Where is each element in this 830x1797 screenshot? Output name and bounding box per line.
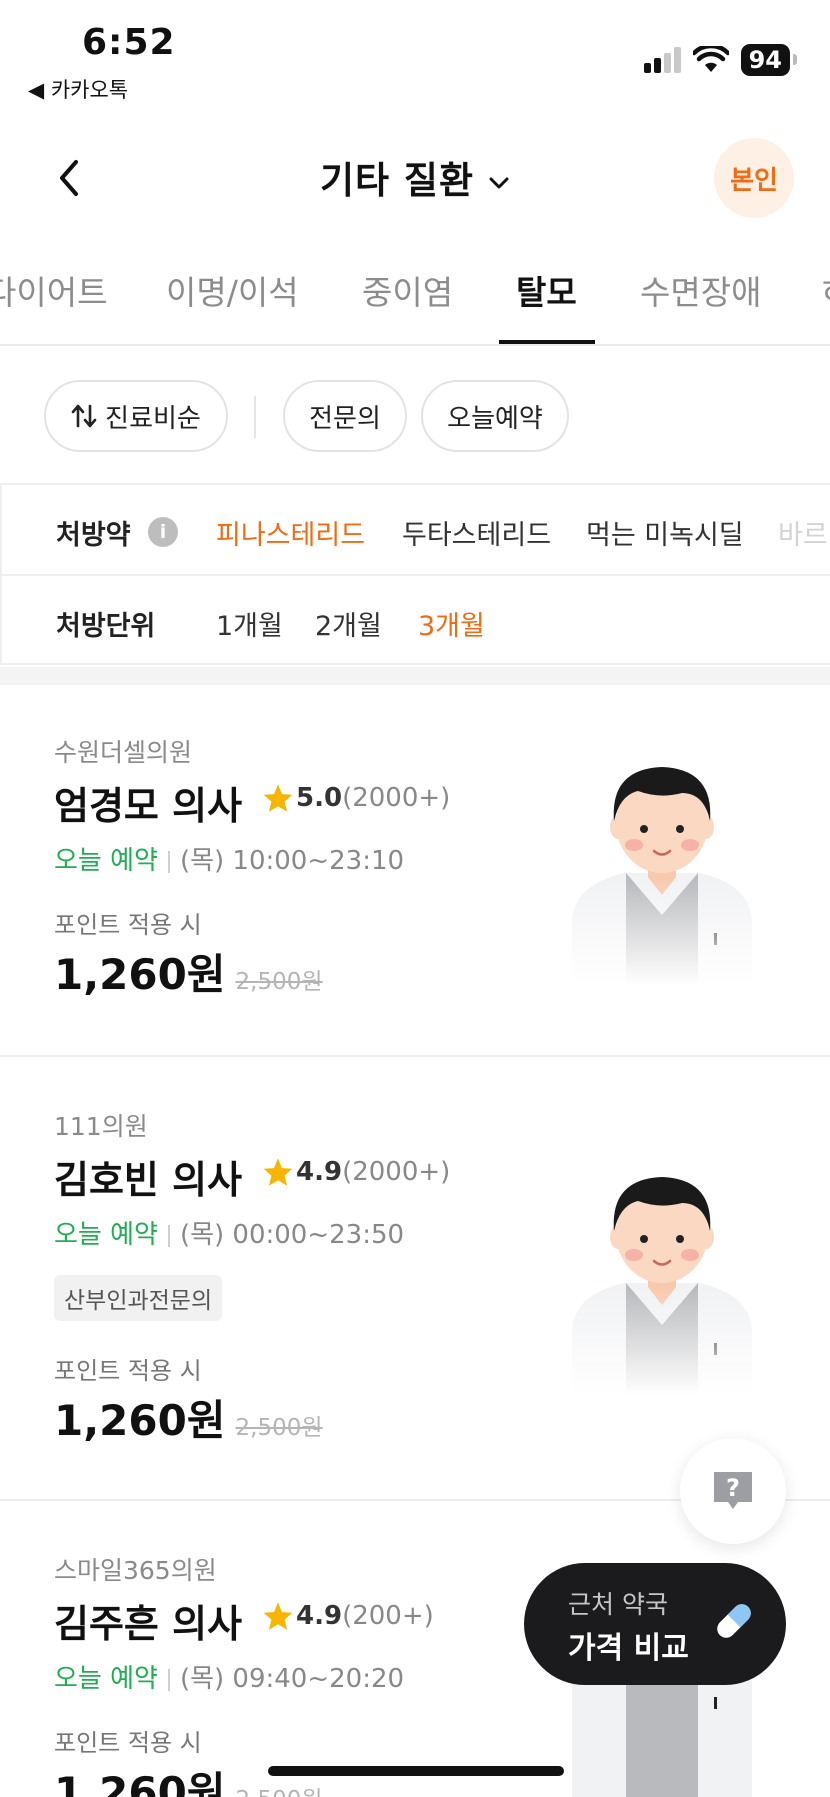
today-booking-label: 오늘 예약	[54, 1664, 158, 1694]
discounted-price: 1,260원	[54, 1396, 226, 1445]
status-time: 6:52	[82, 22, 176, 63]
medicine-label: 처방약	[56, 520, 131, 551]
chevron-down-icon	[489, 177, 509, 188]
doctor-card[interactable]: 111의원 김호빈 의사 4.9 (2000+) 오늘 예약 (목) 00:00~2…	[0, 1059, 830, 1501]
hours: (목) 09:40~20:20	[179, 1664, 405, 1694]
star-icon	[263, 784, 293, 812]
info-icon[interactable]: i	[148, 517, 178, 547]
doctor-name: 김주흔 의사	[54, 1602, 243, 1646]
star-icon	[263, 1158, 293, 1186]
medicine-row: 처방약 i 피나스테리드 두타스테리드 먹는 미녹시딜 바르	[2, 485, 830, 574]
rating-score: 4.9	[296, 1157, 343, 1187]
point-label: 포인트 적용 시	[54, 1729, 202, 1757]
price: 1,260원 2,500원	[54, 941, 323, 1002]
filter-divider	[254, 396, 256, 438]
today-booking-label: 오늘 예약	[54, 846, 158, 876]
discounted-price: 1,260원	[54, 1768, 226, 1797]
tab-diet[interactable]: 다이어트	[0, 266, 107, 314]
today-booking-label: 오늘 예약	[54, 1220, 158, 1250]
discounted-price: 1,260원	[54, 950, 226, 999]
category-tabs: 다이어트 이명/이석 중이염 탈모 수면장애 하	[0, 248, 830, 346]
tab-hair-loss[interactable]: 탈모	[516, 266, 577, 314]
point-label: 포인트 적용 시	[54, 911, 202, 939]
hours: (목) 00:00~23:50	[179, 1220, 405, 1250]
doctor-name: 엄경모 의사	[54, 784, 243, 828]
doctor-avatar	[564, 745, 760, 985]
pharmacy-line1: 근처 약국	[568, 1590, 668, 1619]
svg-text:?: ?	[726, 1474, 740, 1502]
sort-label: 진료비순	[105, 403, 201, 434]
medicine-oral-minoxidil[interactable]: 먹는 미녹시딜	[586, 513, 744, 552]
prescription-options: 처방약 i 피나스테리드 두타스테리드 먹는 미녹시딜 바르 처방단위 1개월 …	[0, 483, 830, 665]
sort-icon	[71, 404, 97, 428]
price: 1,260원 2,500원	[54, 1387, 323, 1448]
section-divider	[0, 667, 830, 685]
pill-icon	[717, 1604, 751, 1638]
home-indicator	[268, 1766, 564, 1776]
help-button[interactable]: ?	[680, 1438, 786, 1544]
medicine-next[interactable]: 바르	[778, 513, 828, 552]
availability: 오늘 예약 (목) 10:00~23:10	[54, 840, 404, 877]
specialist-filter[interactable]: 전문의	[283, 380, 407, 452]
help-icon: ?	[714, 1472, 752, 1509]
clinic-name: 111의원	[54, 1112, 148, 1141]
pharmacy-line2: 가격 비교	[568, 1631, 689, 1666]
point-label: 포인트 적용 시	[54, 1357, 202, 1385]
original-price: 2,500원	[235, 1415, 323, 1441]
original-price: 2,500원	[235, 969, 323, 995]
doctor-card[interactable]: 수원더셀의원 엄경모 의사 5.0 (2000+) 오늘 예약 (목) 10:00~…	[0, 685, 830, 1057]
clinic-name: 스마일365의원	[54, 1556, 217, 1585]
today-booking-filter[interactable]: 오늘예약	[421, 380, 569, 452]
unit-row: 처방단위 1개월 2개월 3개월	[2, 574, 830, 663]
pharmacy-compare-button[interactable]: 근처 약국 가격 비교	[524, 1563, 786, 1685]
unit-1-month[interactable]: 1개월	[216, 604, 283, 643]
tab-next[interactable]: 하	[822, 266, 830, 314]
app-screen: 6:52 ◀ 카카오톡 94 기타 질환 본인 다이어트 이명/이석 중이염 탈…	[0, 0, 830, 1797]
doctor-rating: 4.9 (200+)	[262, 1601, 434, 1631]
doctor-avatar	[564, 1155, 760, 1395]
unit-2-month[interactable]: 2개월	[315, 604, 382, 643]
signal-icon	[643, 47, 681, 73]
page-title: 기타 질환	[319, 159, 475, 202]
unit-3-month[interactable]: 3개월	[418, 604, 485, 643]
tab-tinnitus[interactable]: 이명/이석	[166, 266, 299, 314]
doctor-rating: 5.0 (2000+)	[262, 783, 450, 813]
condition-dropdown[interactable]: 기타 질환	[0, 150, 830, 204]
specialty-badge: 산부인과전문의	[54, 1275, 223, 1321]
clinic-name: 수원더셀의원	[54, 738, 193, 767]
review-count: (2000+)	[342, 783, 451, 813]
medicine-finasteride[interactable]: 피나스테리드	[216, 513, 365, 552]
rating-score: 4.9	[296, 1601, 343, 1631]
doctor-name: 김호빈 의사	[54, 1158, 243, 1202]
availability: 오늘 예약 (목) 00:00~23:50	[54, 1214, 404, 1251]
sort-button[interactable]: 진료비순	[44, 380, 228, 452]
tab-sleep-disorder[interactable]: 수면장애	[640, 266, 761, 314]
review-count: (2000+)	[342, 1157, 451, 1187]
unit-label: 처방단위	[56, 611, 156, 642]
profile-button[interactable]: 본인	[714, 138, 794, 218]
back-to-app-link[interactable]: ◀ 카카오톡	[28, 74, 128, 104]
rating-score: 5.0	[296, 783, 343, 813]
original-price: 2,500원	[236, 1787, 323, 1797]
medicine-dutasteride[interactable]: 두타스테리드	[402, 513, 551, 552]
doctor-rating: 4.9 (2000+)	[262, 1157, 450, 1187]
price: 1,260원 2,500원	[54, 1759, 323, 1797]
status-icons: 94	[643, 44, 798, 76]
wifi-icon	[692, 46, 729, 72]
active-tab-indicator	[499, 340, 595, 344]
hours: (목) 10:00~23:10	[179, 846, 405, 876]
star-icon	[263, 1602, 293, 1630]
availability: 오늘 예약 (목) 09:40~20:20	[54, 1658, 404, 1695]
battery-icon: 94	[740, 44, 798, 76]
tab-otitis[interactable]: 중이염	[362, 266, 453, 314]
review-count: (200+)	[342, 1601, 434, 1631]
